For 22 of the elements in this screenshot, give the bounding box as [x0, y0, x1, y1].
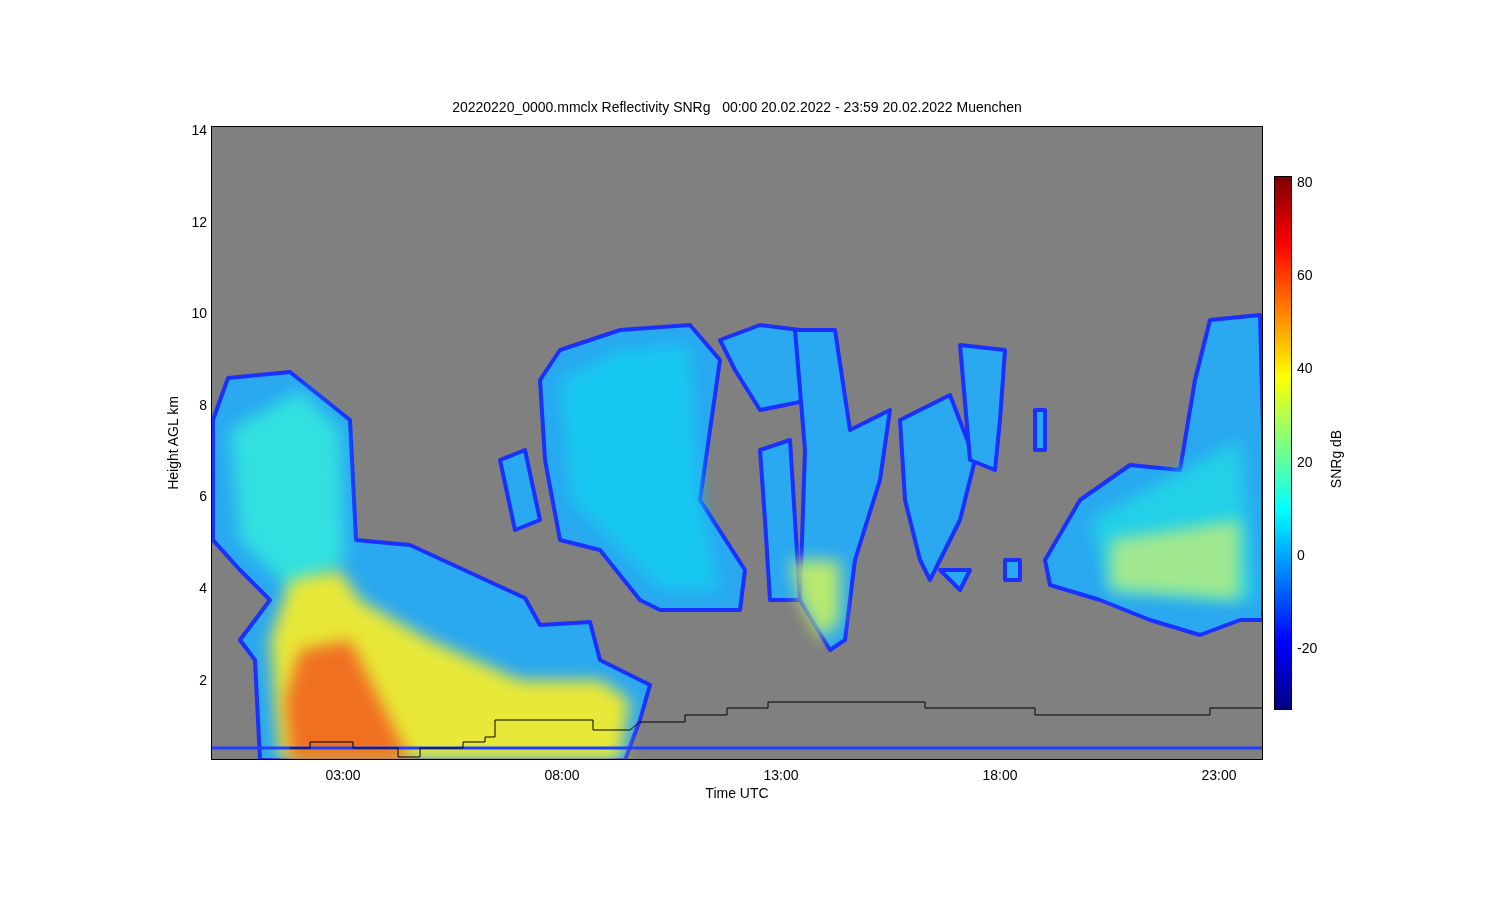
y-axis-label: Height AGL km — [165, 396, 181, 490]
x-tick-label: 13:00 — [763, 767, 799, 783]
colorbar-tick-label: 20 — [1297, 453, 1313, 470]
x-axis-label: Time UTC — [705, 785, 769, 801]
colorbar-tick-label: 80 — [1297, 174, 1313, 190]
colorbar-tick-label: -20 — [1297, 640, 1318, 656]
colorbar-tick-label: 0 — [1297, 546, 1305, 563]
y-tick-label: 4 — [199, 580, 207, 596]
colorbar-tick-label: 60 — [1297, 267, 1313, 284]
y-tick-label: 14 — [191, 122, 207, 138]
x-tick-label: 08:00 — [544, 767, 580, 783]
y-tick-label: 12 — [191, 213, 207, 230]
x-tick-label: 18:00 — [982, 767, 1018, 783]
colorbar-tick-label: 40 — [1297, 360, 1313, 377]
x-tick-label: 03:00 — [325, 767, 361, 783]
y-tick-label: 6 — [199, 488, 207, 505]
x-tick-label: 23:00 — [1201, 767, 1237, 783]
y-tick-label: 8 — [199, 396, 207, 413]
chart-title: 20220220_0000.mmclx Reflectivity SNRg 00:00 20.02.2022 - 23:59 20.02.2022 Muenchen — [451, 98, 1023, 117]
y-tick-label: 10 — [191, 305, 207, 322]
colorbar-label: SNRg dB — [1328, 429, 1344, 489]
y-tick-label: 2 — [199, 671, 207, 688]
